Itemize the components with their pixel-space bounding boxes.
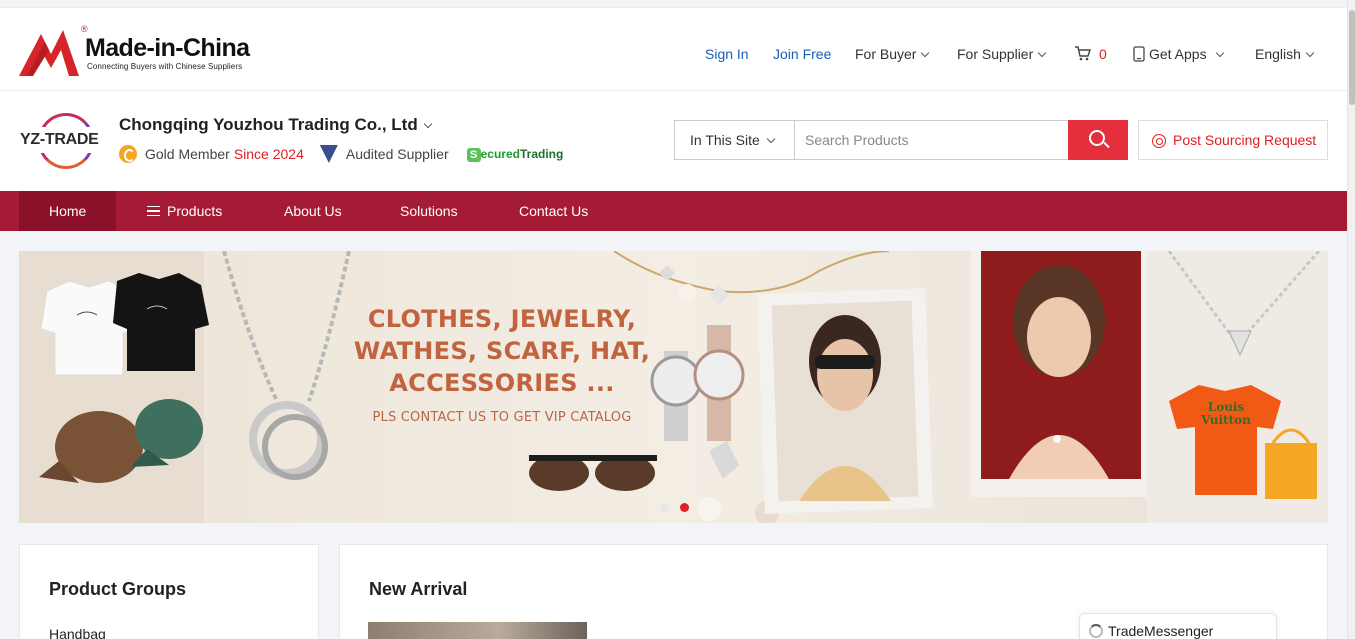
secured-s-icon: S	[466, 147, 481, 162]
product-group-item[interactable]: Handbag	[49, 626, 106, 639]
secured-text: ecured	[480, 146, 520, 161]
search-button[interactable]	[1068, 120, 1128, 160]
site-header: ® Made-in-China Connecting Buyers with C…	[0, 7, 1347, 91]
for-supplier-label: For Supplier	[957, 46, 1034, 62]
gold-member-label: Gold Member	[145, 146, 230, 162]
list-icon	[147, 206, 160, 216]
banner-line-3: ACCESSORIES ...	[389, 369, 615, 397]
for-buyer-menu[interactable]: For Buyer	[855, 46, 930, 62]
trade-messenger-widget[interactable]: TradeMessenger	[1079, 613, 1277, 639]
mic-logo-icon	[19, 30, 79, 76]
registered-mark: ®	[81, 24, 88, 34]
logo-tagline: Connecting Buyers with Chinese Suppliers	[87, 62, 243, 71]
company-logo-text: YZ-TRADE	[20, 131, 99, 148]
for-supplier-menu[interactable]: For Supplier	[957, 46, 1047, 62]
trade-messenger-label: TradeMessenger	[1108, 623, 1214, 639]
nav-products-label: Products	[167, 203, 223, 219]
company-logo[interactable]: YZ-TRADE	[20, 113, 104, 169]
carousel-dot-1[interactable]	[660, 503, 669, 512]
banner-headline: CLOTHES, JEWELRY, WATHES, SCARF, HAT, AC…	[352, 303, 652, 399]
nav-about-us[interactable]: About Us	[284, 191, 342, 231]
join-free-link[interactable]: Join Free	[773, 46, 831, 62]
post-sourcing-label: Post Sourcing Request	[1173, 132, 1317, 148]
banner-shirt-print: Louis Vuitton	[1201, 400, 1251, 427]
company-header: YZ-TRADE Chongqing Youzhou Trading Co., …	[0, 91, 1347, 191]
cart-button[interactable]: 0	[1074, 46, 1107, 62]
banner-line-2: WATHES, SCARF, HAT,	[353, 337, 651, 365]
cart-icon	[1075, 46, 1091, 61]
member-since: Since 2024	[233, 146, 304, 162]
chevron-down-icon	[1215, 48, 1224, 58]
nav-home[interactable]: Home	[19, 191, 117, 231]
main-nav: Home Products About Us Solutions Contact…	[0, 191, 1347, 231]
made-in-china-logo[interactable]: ® Made-in-China Connecting Buyers with C…	[19, 24, 279, 76]
carousel-dots	[660, 499, 700, 517]
search-input[interactable]	[796, 121, 1069, 159]
get-apps-label: Get Apps	[1149, 46, 1207, 62]
company-name-text: Chongqing Youzhou Trading Co., Ltd	[119, 115, 418, 134]
company-name[interactable]: Chongqing Youzhou Trading Co., Ltd	[119, 115, 432, 135]
new-arrival-title: New Arrival	[369, 579, 468, 599]
chevron-down-icon	[1038, 48, 1047, 58]
hero-banner[interactable]: CLOTHES, JEWELRY, WATHES, SCARF, HAT, AC…	[19, 251, 1328, 523]
site-search: In This Site	[674, 120, 1128, 160]
nav-products[interactable]: Products	[147, 191, 222, 231]
search-scope-label: In This Site	[690, 132, 760, 148]
get-apps-menu[interactable]: Get Apps	[1133, 46, 1224, 62]
loading-spinner-icon	[1089, 624, 1103, 638]
secured-trading-badge[interactable]: SecuredTrading	[466, 146, 564, 162]
product-thumbnail[interactable]	[368, 622, 587, 639]
product-groups-panel: Product Groups Handbag	[19, 544, 319, 639]
search-icon	[1089, 130, 1105, 146]
product-groups-title: Product Groups	[49, 579, 187, 599]
cart-count: 0	[1099, 46, 1107, 62]
chevron-down-icon	[766, 134, 776, 144]
supplier-badges: Gold Member Since 2024 Audited Supplier …	[119, 145, 563, 163]
chevron-down-icon	[1305, 48, 1315, 58]
chevron-down-icon	[921, 48, 930, 58]
logo-brand-text: Made-in-China	[85, 34, 250, 62]
post-sourcing-request-button[interactable]: Post Sourcing Request	[1138, 120, 1328, 160]
phone-icon	[1133, 46, 1145, 62]
nav-contact-us[interactable]: Contact Us	[519, 191, 588, 231]
language-label: English	[1255, 46, 1301, 62]
trading-text: Trading	[519, 146, 564, 161]
banner-subtitle: PLS CONTACT US TO GET VIP CATALOG	[372, 410, 632, 425]
gold-member-icon	[119, 145, 137, 163]
banner-artwork	[19, 251, 1328, 523]
nav-solutions[interactable]: Solutions	[400, 191, 458, 231]
language-selector[interactable]: English	[1255, 46, 1315, 62]
scrollbar-thumb[interactable]	[1349, 10, 1355, 105]
page: ® Made-in-China Connecting Buyers with C…	[0, 0, 1347, 639]
audited-supplier-label[interactable]: Audited Supplier	[346, 146, 449, 162]
search-scope-select[interactable]: In This Site	[675, 121, 795, 159]
target-icon	[1152, 134, 1166, 148]
page-scrollbar[interactable]	[1347, 0, 1355, 639]
sign-in-link[interactable]: Sign In	[705, 46, 749, 62]
banner-line-1: CLOTHES, JEWELRY,	[367, 305, 637, 333]
carousel-dot-2[interactable]	[680, 503, 689, 512]
audited-supplier-icon	[319, 145, 338, 163]
chevron-down-icon	[423, 119, 432, 129]
for-buyer-label: For Buyer	[855, 46, 917, 62]
